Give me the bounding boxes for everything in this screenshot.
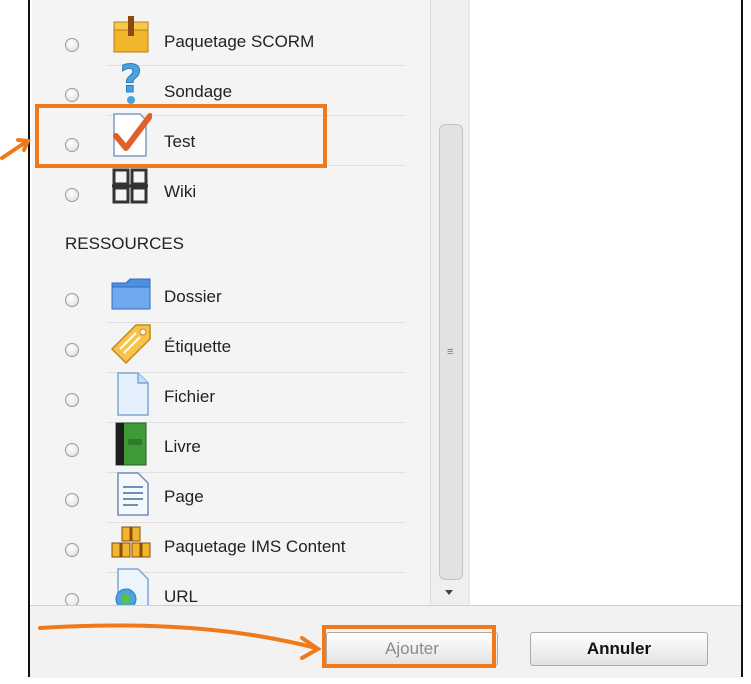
annotation-arrows bbox=[0, 138, 322, 660]
arrow-to-add-button bbox=[38, 623, 318, 650]
